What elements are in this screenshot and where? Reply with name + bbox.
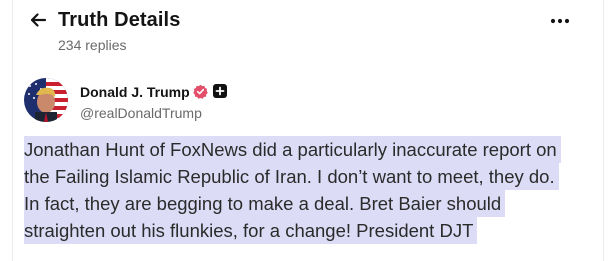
plus-badge-icon [213,84,227,98]
post-text-line: Jonathan Hunt of FoxNews did a particula… [24,136,561,163]
avatar-image [24,78,68,122]
reply-count: 234 replies [58,37,127,53]
plus-glyph-icon [215,86,225,96]
more-horizontal-icon [550,18,570,24]
author-handle[interactable]: @realDonaldTrump [80,104,202,122]
back-button[interactable] [26,8,50,32]
post-text-line: In fact, they are begging to make a deal… [24,190,506,217]
verified-badge-icon [193,84,208,99]
post-body: Jonathan Hunt of FoxNews did a particula… [24,136,596,244]
more-options-button[interactable] [548,12,572,30]
author-name[interactable]: Donald J. Trump [80,83,190,101]
page-title: Truth Details [58,9,181,31]
post-text-line: straighten out his flunkies, for a chang… [24,217,478,244]
arrow-left-icon [30,13,47,27]
post-text-line: the Failing Islamic Republic of Iran. I … [24,163,559,190]
avatar[interactable] [24,78,68,122]
